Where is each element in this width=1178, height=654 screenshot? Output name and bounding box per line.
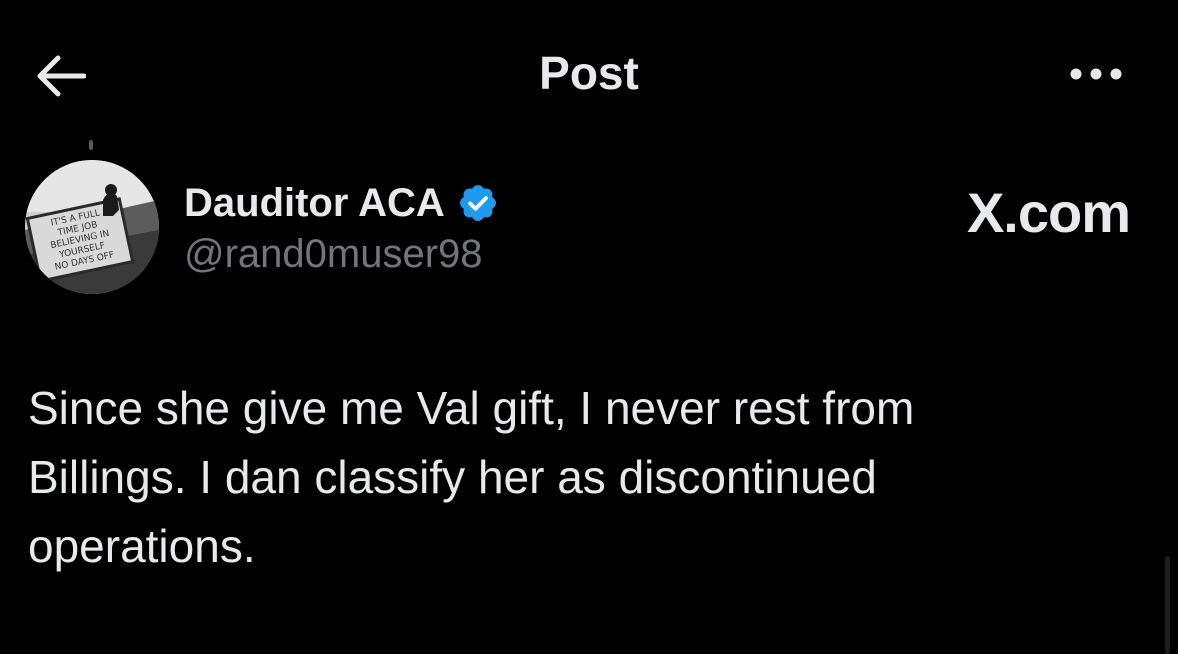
more-options-button[interactable] (1062, 56, 1130, 92)
top-navigation-bar: Post (0, 0, 1178, 150)
display-name[interactable]: Dauditor ACA (184, 181, 445, 226)
avatar[interactable]: IT'S A FULL TIME JOB BELIEVING IN YOURSE… (25, 160, 159, 294)
user-handle[interactable]: @rand0muser98 (184, 232, 483, 277)
x-logo-watermark: X.com (966, 181, 1131, 244)
more-horizontal-icon (1070, 68, 1122, 80)
verified-badge-icon[interactable] (457, 182, 499, 224)
post-text: Since she give me Val gift, I never rest… (28, 382, 915, 572)
author-name-row: Dauditor ACA (184, 178, 499, 228)
scrollbar[interactable] (1165, 556, 1170, 654)
page-title: Post (539, 47, 639, 99)
thread-connector (89, 140, 93, 150)
avatar-image: IT'S A FULL TIME JOB BELIEVING IN YOURSE… (25, 160, 159, 294)
